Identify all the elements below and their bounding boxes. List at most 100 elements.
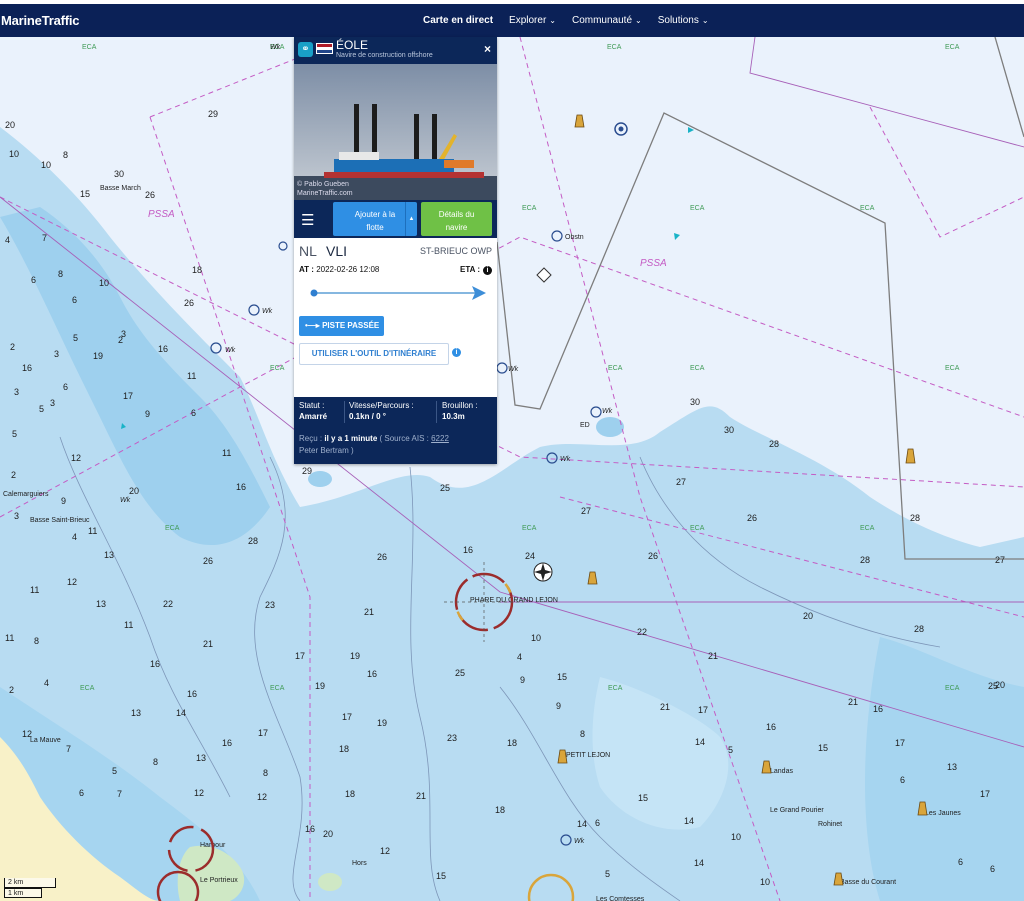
vessel-photo[interactable]: © Pablo Gueben MarineTraffic.com xyxy=(294,64,497,200)
vessel-name: ÉOLE xyxy=(336,38,369,52)
chevron-down-icon: ⌄ xyxy=(635,16,642,25)
svg-text:12: 12 xyxy=(380,846,390,856)
svg-text:6: 6 xyxy=(63,382,68,392)
svg-text:5: 5 xyxy=(728,745,733,755)
speed-divider xyxy=(436,401,437,423)
svg-text:ECA: ECA xyxy=(522,205,537,212)
svg-text:18: 18 xyxy=(345,789,355,799)
marinetraffic-logo[interactable]: MarineTraffic xyxy=(0,13,80,28)
svg-text:ECA: ECA xyxy=(690,365,705,372)
svg-text:ECA: ECA xyxy=(945,44,960,51)
svg-text:14: 14 xyxy=(684,816,694,826)
svg-text:18: 18 xyxy=(495,805,505,815)
nav-community[interactable]: Communauté ⌄ xyxy=(564,15,650,26)
svg-text:6: 6 xyxy=(958,857,963,867)
svg-text:21: 21 xyxy=(416,791,426,801)
svg-text:PHARE DU GRAND LEJON: PHARE DU GRAND LEJON xyxy=(470,597,558,604)
vessel-callsign: VLI xyxy=(326,243,348,259)
svg-text:22: 22 xyxy=(637,627,647,637)
nav-solutions[interactable]: Solutions ⌄ xyxy=(650,15,717,26)
svg-text:26: 26 xyxy=(203,556,213,566)
svg-text:Wk: Wk xyxy=(120,497,131,504)
svg-text:ECA: ECA xyxy=(80,685,95,692)
close-icon[interactable]: × xyxy=(484,42,491,56)
svg-text:Le Grand Pourier: Le Grand Pourier xyxy=(770,807,824,814)
svg-text:21: 21 xyxy=(660,702,670,712)
speed-value: 0.1kn / 0 ° xyxy=(349,412,386,421)
svg-text:16: 16 xyxy=(236,482,246,492)
svg-text:ECA: ECA xyxy=(945,365,960,372)
atd-field: AT : 2022-02-26 12:08 xyxy=(299,265,379,274)
nav-solutions-label: Solutions xyxy=(657,15,699,26)
svg-text:26: 26 xyxy=(648,551,658,561)
svg-text:12: 12 xyxy=(71,453,81,463)
add-to-fleet-button[interactable]: Ajouter à la flotte ▲ xyxy=(333,202,417,236)
scale-km: 2 km xyxy=(4,878,56,888)
svg-text:14: 14 xyxy=(577,819,587,829)
svg-text:13: 13 xyxy=(104,550,114,560)
eta-field: ETA :i xyxy=(460,265,492,275)
source-id-link[interactable]: 6222 xyxy=(431,434,449,443)
nautical-chart-map[interactable]: ECA ECA ECA ECA ECA ECA ECA ECA ECA ECA ECA ECA E… xyxy=(0,37,1024,901)
svg-text:ECA: ECA xyxy=(165,525,180,532)
svg-text:2: 2 xyxy=(11,470,16,480)
speed-label: Vitesse/Parcours : xyxy=(349,401,414,410)
chevron-down-icon: ⌄ xyxy=(701,16,709,25)
menu-icon[interactable]: ☰ xyxy=(301,211,314,229)
svg-text:19: 19 xyxy=(377,718,387,728)
svg-text:21: 21 xyxy=(203,639,213,649)
map-canvas[interactable]: ECA ECA ECA ECA ECA ECA ECA ECA ECA ECA ECA ECA E… xyxy=(0,37,1024,901)
nav-explore[interactable]: Explorer ⌄ xyxy=(501,15,564,26)
svg-text:11: 11 xyxy=(222,448,231,458)
svg-text:PSSA: PSSA xyxy=(148,209,175,220)
svg-text:20: 20 xyxy=(995,680,1005,690)
svg-text:17: 17 xyxy=(258,728,268,738)
svg-text:Rohinet: Rohinet xyxy=(818,821,842,828)
source-person: Peter Bertram ) xyxy=(299,446,354,455)
svg-text:17: 17 xyxy=(342,712,352,722)
svg-text:9: 9 xyxy=(61,496,66,506)
vessel-details-button[interactable]: Détails du navire xyxy=(421,202,492,236)
link-icon[interactable]: ⚭ xyxy=(298,42,313,57)
svg-text:10: 10 xyxy=(731,832,741,842)
info-icon[interactable]: i xyxy=(452,348,461,357)
top-navigation-bar: MarineTraffic Carte en direct Explorer ⌄ … xyxy=(0,0,1024,37)
svg-text:19: 19 xyxy=(93,351,103,361)
svg-text:Les Comtesses: Les Comtesses xyxy=(596,896,645,901)
nav-explore-label: Explorer xyxy=(509,15,547,26)
svg-text:15: 15 xyxy=(436,871,446,881)
svg-text:Landas: Landas xyxy=(770,768,793,775)
past-track-label: PISTE PASSÉE xyxy=(322,321,380,330)
svg-text:26: 26 xyxy=(145,190,155,200)
vessel-panel-header: ⚭ ÉOLE Navire de construction offshore × xyxy=(294,37,497,64)
svg-text:4: 4 xyxy=(5,235,10,245)
svg-text:29: 29 xyxy=(208,109,218,119)
svg-text:16: 16 xyxy=(305,824,315,834)
past-track-button[interactable]: •—▸ PISTE PASSÉE xyxy=(299,316,384,336)
svg-text:PETIT LEJON: PETIT LEJON xyxy=(566,752,610,759)
svg-text:ECA: ECA xyxy=(270,685,285,692)
svg-text:ECA: ECA xyxy=(945,685,960,692)
status-value: Amarré xyxy=(299,412,328,421)
svg-text:Wk: Wk xyxy=(262,308,273,315)
svg-text:8: 8 xyxy=(34,636,39,646)
svg-text:15: 15 xyxy=(557,672,567,682)
svg-text:6: 6 xyxy=(990,864,995,874)
svg-text:14: 14 xyxy=(694,858,704,868)
caret-up-icon[interactable]: ▲ xyxy=(405,202,417,236)
svg-text:26: 26 xyxy=(747,513,757,523)
svg-text:11: 11 xyxy=(88,526,97,536)
nav-live-map[interactable]: Carte en direct xyxy=(415,15,501,26)
svg-text:3: 3 xyxy=(14,387,19,397)
svg-text:8: 8 xyxy=(580,729,585,739)
track-icon: •—▸ xyxy=(305,321,320,330)
route-tool-button[interactable]: UTILISER L'OUTIL D'ITINÉRAIRE xyxy=(299,343,449,365)
svg-text:PSSA: PSSA xyxy=(640,258,667,269)
draught-label: Brouillon : xyxy=(442,401,478,410)
svg-text:13: 13 xyxy=(947,762,957,772)
svg-text:Calemarguiers: Calemarguiers xyxy=(3,491,49,498)
photo-credit: © Pablo Gueben xyxy=(297,181,349,188)
svg-text:10: 10 xyxy=(99,278,109,288)
info-icon[interactable]: i xyxy=(483,266,492,275)
svg-text:8: 8 xyxy=(153,757,158,767)
